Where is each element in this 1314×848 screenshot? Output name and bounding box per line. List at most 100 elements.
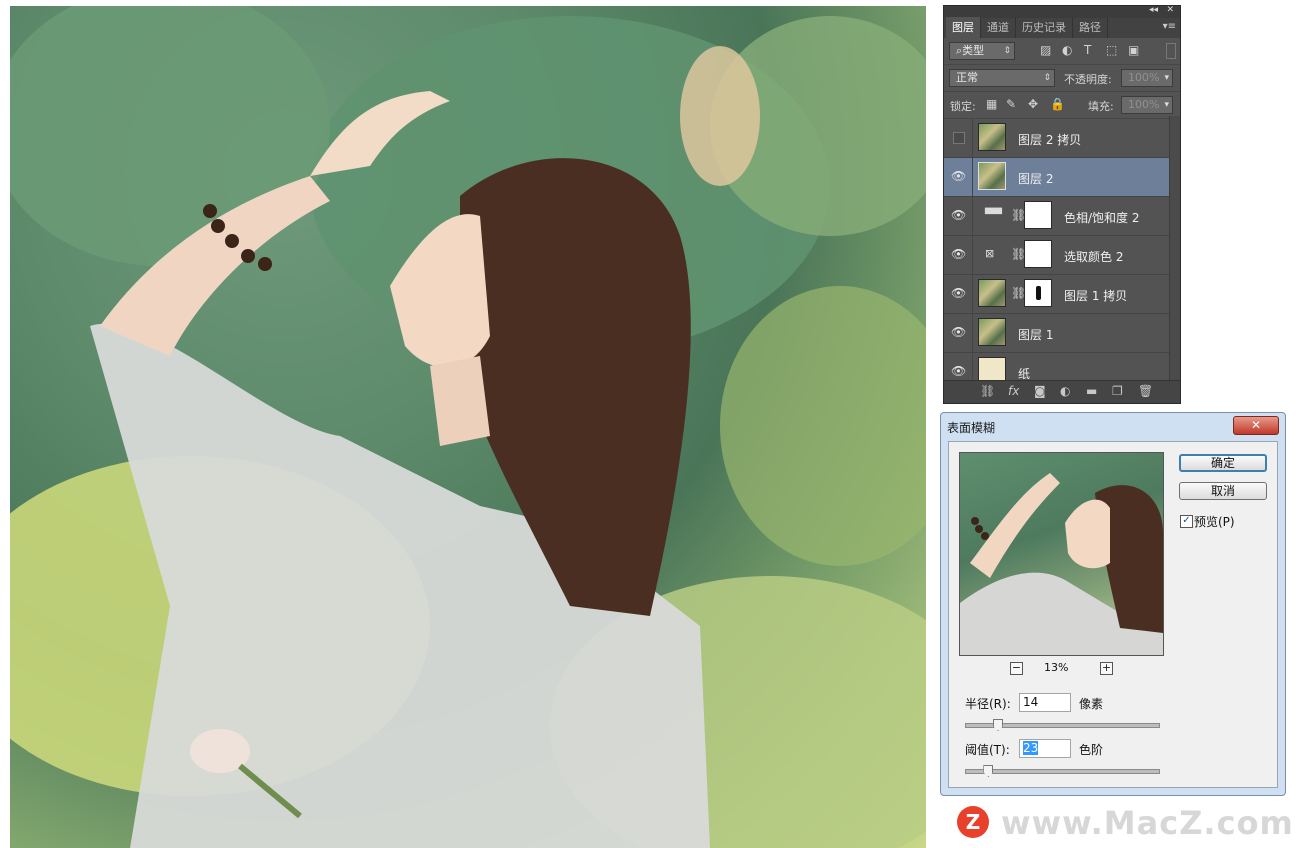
tab-channels[interactable]: 通道 (981, 17, 1016, 38)
filter-toggle-icon[interactable] (1166, 43, 1176, 59)
hue-saturation-icon: ▀▀ (985, 208, 1002, 221)
layer-name: 图层 2 (1018, 172, 1054, 186)
blend-row: 正常 ⇕ 不透明度: 100% ▾ (944, 65, 1180, 92)
zoom-value: 13% (1044, 661, 1069, 674)
selective-color-icon: ⊠ (985, 247, 995, 260)
surface-blur-dialog: 表面模糊 ✕ 确定 取消 ✓ 预览(P) − 13% + 半径(R): 14 像… (940, 412, 1286, 796)
photo-canvas[interactable] (10, 6, 926, 848)
adjustment-layer-icon[interactable]: ◐ (1060, 384, 1070, 398)
tab-paths[interactable]: 路径 (1073, 17, 1108, 38)
opacity-input[interactable]: 100% ▾ (1121, 69, 1173, 87)
add-mask-icon[interactable]: ◙ (1034, 384, 1046, 398)
opacity-value: 100% (1128, 71, 1160, 84)
shape-filter-icon[interactable]: ⬚ (1106, 43, 1117, 57)
blend-mode-select[interactable]: 正常 ⇕ (949, 69, 1055, 87)
layer-mask-thumbnail[interactable] (1024, 240, 1052, 268)
stepper-icon: ⇕ (1003, 46, 1011, 56)
panel-tabs: 图层 通道 历史记录 路径 ▾≡ (944, 17, 1180, 38)
filter-row: ⌕类型 ⇕ ▨ ◐ T ⬚ ▣ (944, 38, 1180, 65)
close-icon[interactable]: ✕ (1166, 5, 1174, 15)
eye-icon[interactable]: 👁 (951, 364, 966, 378)
fill-label: 填充: (1088, 100, 1114, 113)
layer-mask-thumbnail[interactable] (1024, 279, 1052, 307)
preview-checkbox[interactable]: ✓ (1180, 515, 1193, 528)
eye-icon[interactable]: 👁 (951, 286, 966, 300)
lock-transparency-icon[interactable]: ▦ (986, 97, 997, 111)
layer-list: 图层 2 拷贝 👁 图层 2 👁 ▀▀ ⛓ 色相/饱和度 2 👁 ⊠ ⛓ 选取颜… (944, 119, 1180, 382)
divider (972, 275, 973, 313)
eye-icon[interactable]: 👁 (951, 169, 966, 183)
new-layer-icon[interactable]: ❐ (1112, 384, 1123, 398)
dropdown-arrow-icon: ▾ (1164, 100, 1169, 110)
photo-artwork (10, 6, 926, 848)
zoom-in-button[interactable]: + (1100, 662, 1113, 675)
visibility-off-box[interactable] (953, 132, 965, 144)
tab-history[interactable]: 历史记录 (1016, 17, 1073, 38)
threshold-slider[interactable] (965, 765, 1160, 777)
fill-value: 100% (1128, 98, 1160, 111)
threshold-slider-thumb[interactable] (983, 765, 994, 777)
lock-label: 锁定: (950, 100, 976, 113)
panel-footer: ⛓ fx ◙ ◐ ▬ ❐ 🗑 (944, 380, 1180, 403)
layer-name: 选取颜色 2 (1064, 250, 1124, 264)
layer-row[interactable]: 👁 ▀▀ ⛓ 色相/饱和度 2 (944, 197, 1180, 236)
smart-object-filter-icon[interactable]: ▣ (1128, 43, 1139, 57)
preview-artwork (960, 473, 1163, 655)
filter-preview[interactable] (959, 452, 1164, 656)
pixel-filter-icon[interactable]: ▨ (1040, 43, 1051, 57)
type-filter-icon[interactable]: T (1084, 43, 1091, 57)
layer-row[interactable]: 👁 图层 2 (944, 158, 1180, 197)
layer-name: 图层 1 拷贝 (1064, 289, 1128, 303)
cancel-button[interactable]: 取消 (1179, 482, 1267, 500)
trash-icon[interactable]: 🗑 (1138, 384, 1153, 398)
layer-row[interactable]: 👁 ⛓ 图层 1 拷贝 (944, 275, 1180, 314)
collapse-icon[interactable]: ◂◂ (1149, 5, 1158, 15)
panel-menu-icon[interactable]: ▾≡ (1163, 21, 1176, 32)
layer-row[interactable]: 👁 ⊠ ⛓ 选取颜色 2 (944, 236, 1180, 275)
radius-slider[interactable] (965, 719, 1160, 731)
close-icon[interactable]: ✕ (1233, 416, 1279, 435)
adjustment-filter-icon[interactable]: ◐ (1062, 43, 1072, 57)
radius-input[interactable]: 14 (1019, 693, 1071, 712)
dialog-body: 确定 取消 ✓ 预览(P) − 13% + 半径(R): 14 像素 阈值(T)… (948, 441, 1278, 788)
layer-row[interactable]: 👁 图层 1 (944, 314, 1180, 353)
layer-mask-thumbnail[interactable] (1024, 201, 1052, 229)
ok-button[interactable]: 确定 (1179, 454, 1267, 472)
tab-layers[interactable]: 图层 (946, 17, 981, 38)
dialog-title: 表面模糊 (947, 421, 996, 435)
threshold-unit: 色阶 (1079, 743, 1104, 757)
lock-position-icon[interactable]: ✥ (1028, 97, 1038, 111)
watermark-text: www.MacZ.com (1001, 804, 1294, 842)
eye-icon[interactable]: 👁 (951, 325, 966, 339)
layer-row[interactable]: 图层 2 拷贝 (944, 119, 1180, 158)
divider (972, 353, 973, 381)
threshold-value: 23 (1023, 741, 1039, 755)
layer-row[interactable]: 👁 纸 (944, 353, 1180, 382)
layers-scrollbar[interactable] (1169, 116, 1180, 380)
link-layers-icon[interactable]: ⛓ (980, 384, 995, 398)
eye-icon[interactable]: 👁 (951, 247, 966, 261)
watermark: Z www.MacZ.com (957, 802, 1302, 842)
layers-panel: ◂◂ ✕ 图层 通道 历史记录 路径 ▾≡ ⌕类型 ⇕ ▨ ◐ T ⬚ ▣ 正常… (943, 5, 1181, 404)
lock-row: 锁定: ▦ ✎ ✥ 🔒 填充: 100% ▾ (944, 92, 1180, 119)
divider (972, 158, 973, 196)
lock-paint-icon[interactable]: ✎ (1006, 97, 1016, 111)
radius-slider-thumb[interactable] (993, 719, 1004, 731)
lock-all-icon[interactable]: 🔒 (1050, 97, 1065, 111)
mask-silhouette-icon (1036, 286, 1041, 300)
eye-icon[interactable]: 👁 (951, 208, 966, 222)
dropdown-arrow-icon: ▾ (1164, 73, 1169, 83)
layer-thumbnail (978, 279, 1006, 307)
filter-kind-select[interactable]: ⌕类型 ⇕ (949, 42, 1015, 60)
threshold-input[interactable]: 23 (1019, 739, 1071, 758)
divider (972, 314, 973, 352)
new-group-icon[interactable]: ▬ (1086, 384, 1097, 398)
blend-mode-value: 正常 (956, 71, 978, 84)
fill-input[interactable]: 100% ▾ (1121, 96, 1173, 114)
radius-unit: 像素 (1079, 697, 1104, 711)
fx-icon[interactable]: fx (1008, 384, 1019, 398)
layer-thumbnail (978, 357, 1006, 381)
preview-label[interactable]: 预览(P) (1194, 513, 1235, 530)
zoom-out-button[interactable]: − (1010, 662, 1023, 675)
layer-thumbnail (978, 123, 1006, 151)
